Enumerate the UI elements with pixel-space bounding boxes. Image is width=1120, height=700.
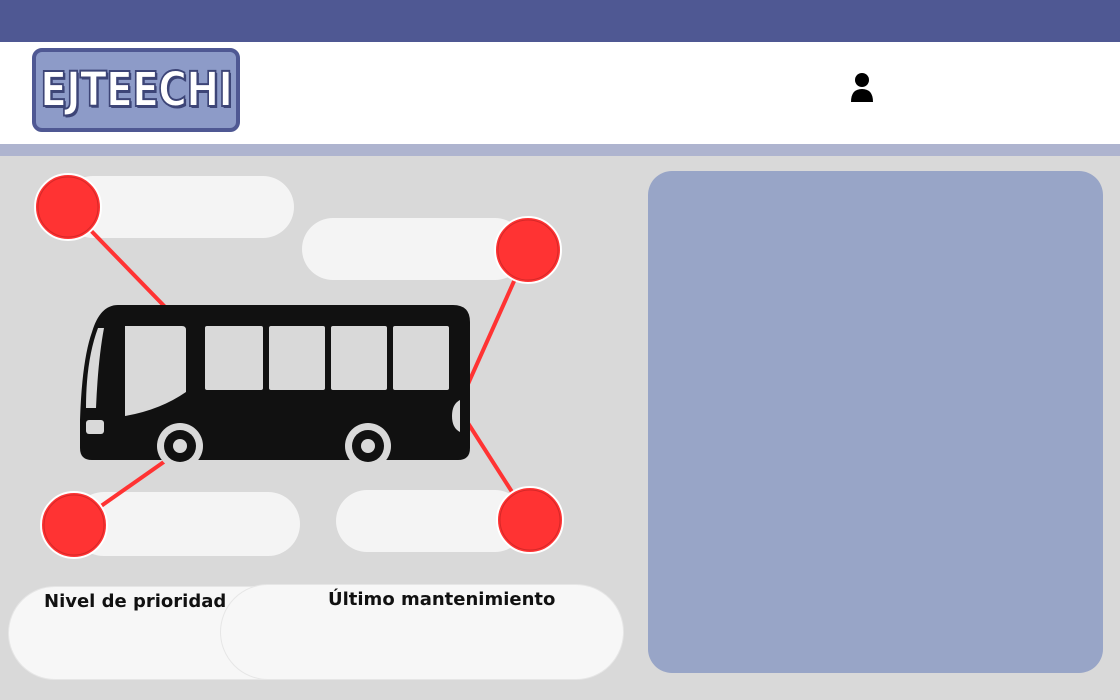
info-pill-rear-top: [302, 218, 526, 280]
info-pill-rear-bottom: [336, 490, 526, 552]
maintenance-label: Último mantenimiento: [328, 589, 556, 610]
bus-icon: [80, 305, 470, 469]
info-pill-front-bottom: [72, 492, 300, 556]
top-bar: [0, 0, 1120, 42]
side-panel: [648, 171, 1103, 673]
info-pill-front-top: [62, 176, 294, 238]
header-divider: [0, 144, 1120, 156]
user-icon[interactable]: [848, 72, 876, 104]
priority-label: Nivel de prioridad: [44, 591, 227, 612]
logo[interactable]: EJTEECHI: [32, 48, 240, 132]
logo-text: EJTEECHI: [39, 61, 234, 119]
